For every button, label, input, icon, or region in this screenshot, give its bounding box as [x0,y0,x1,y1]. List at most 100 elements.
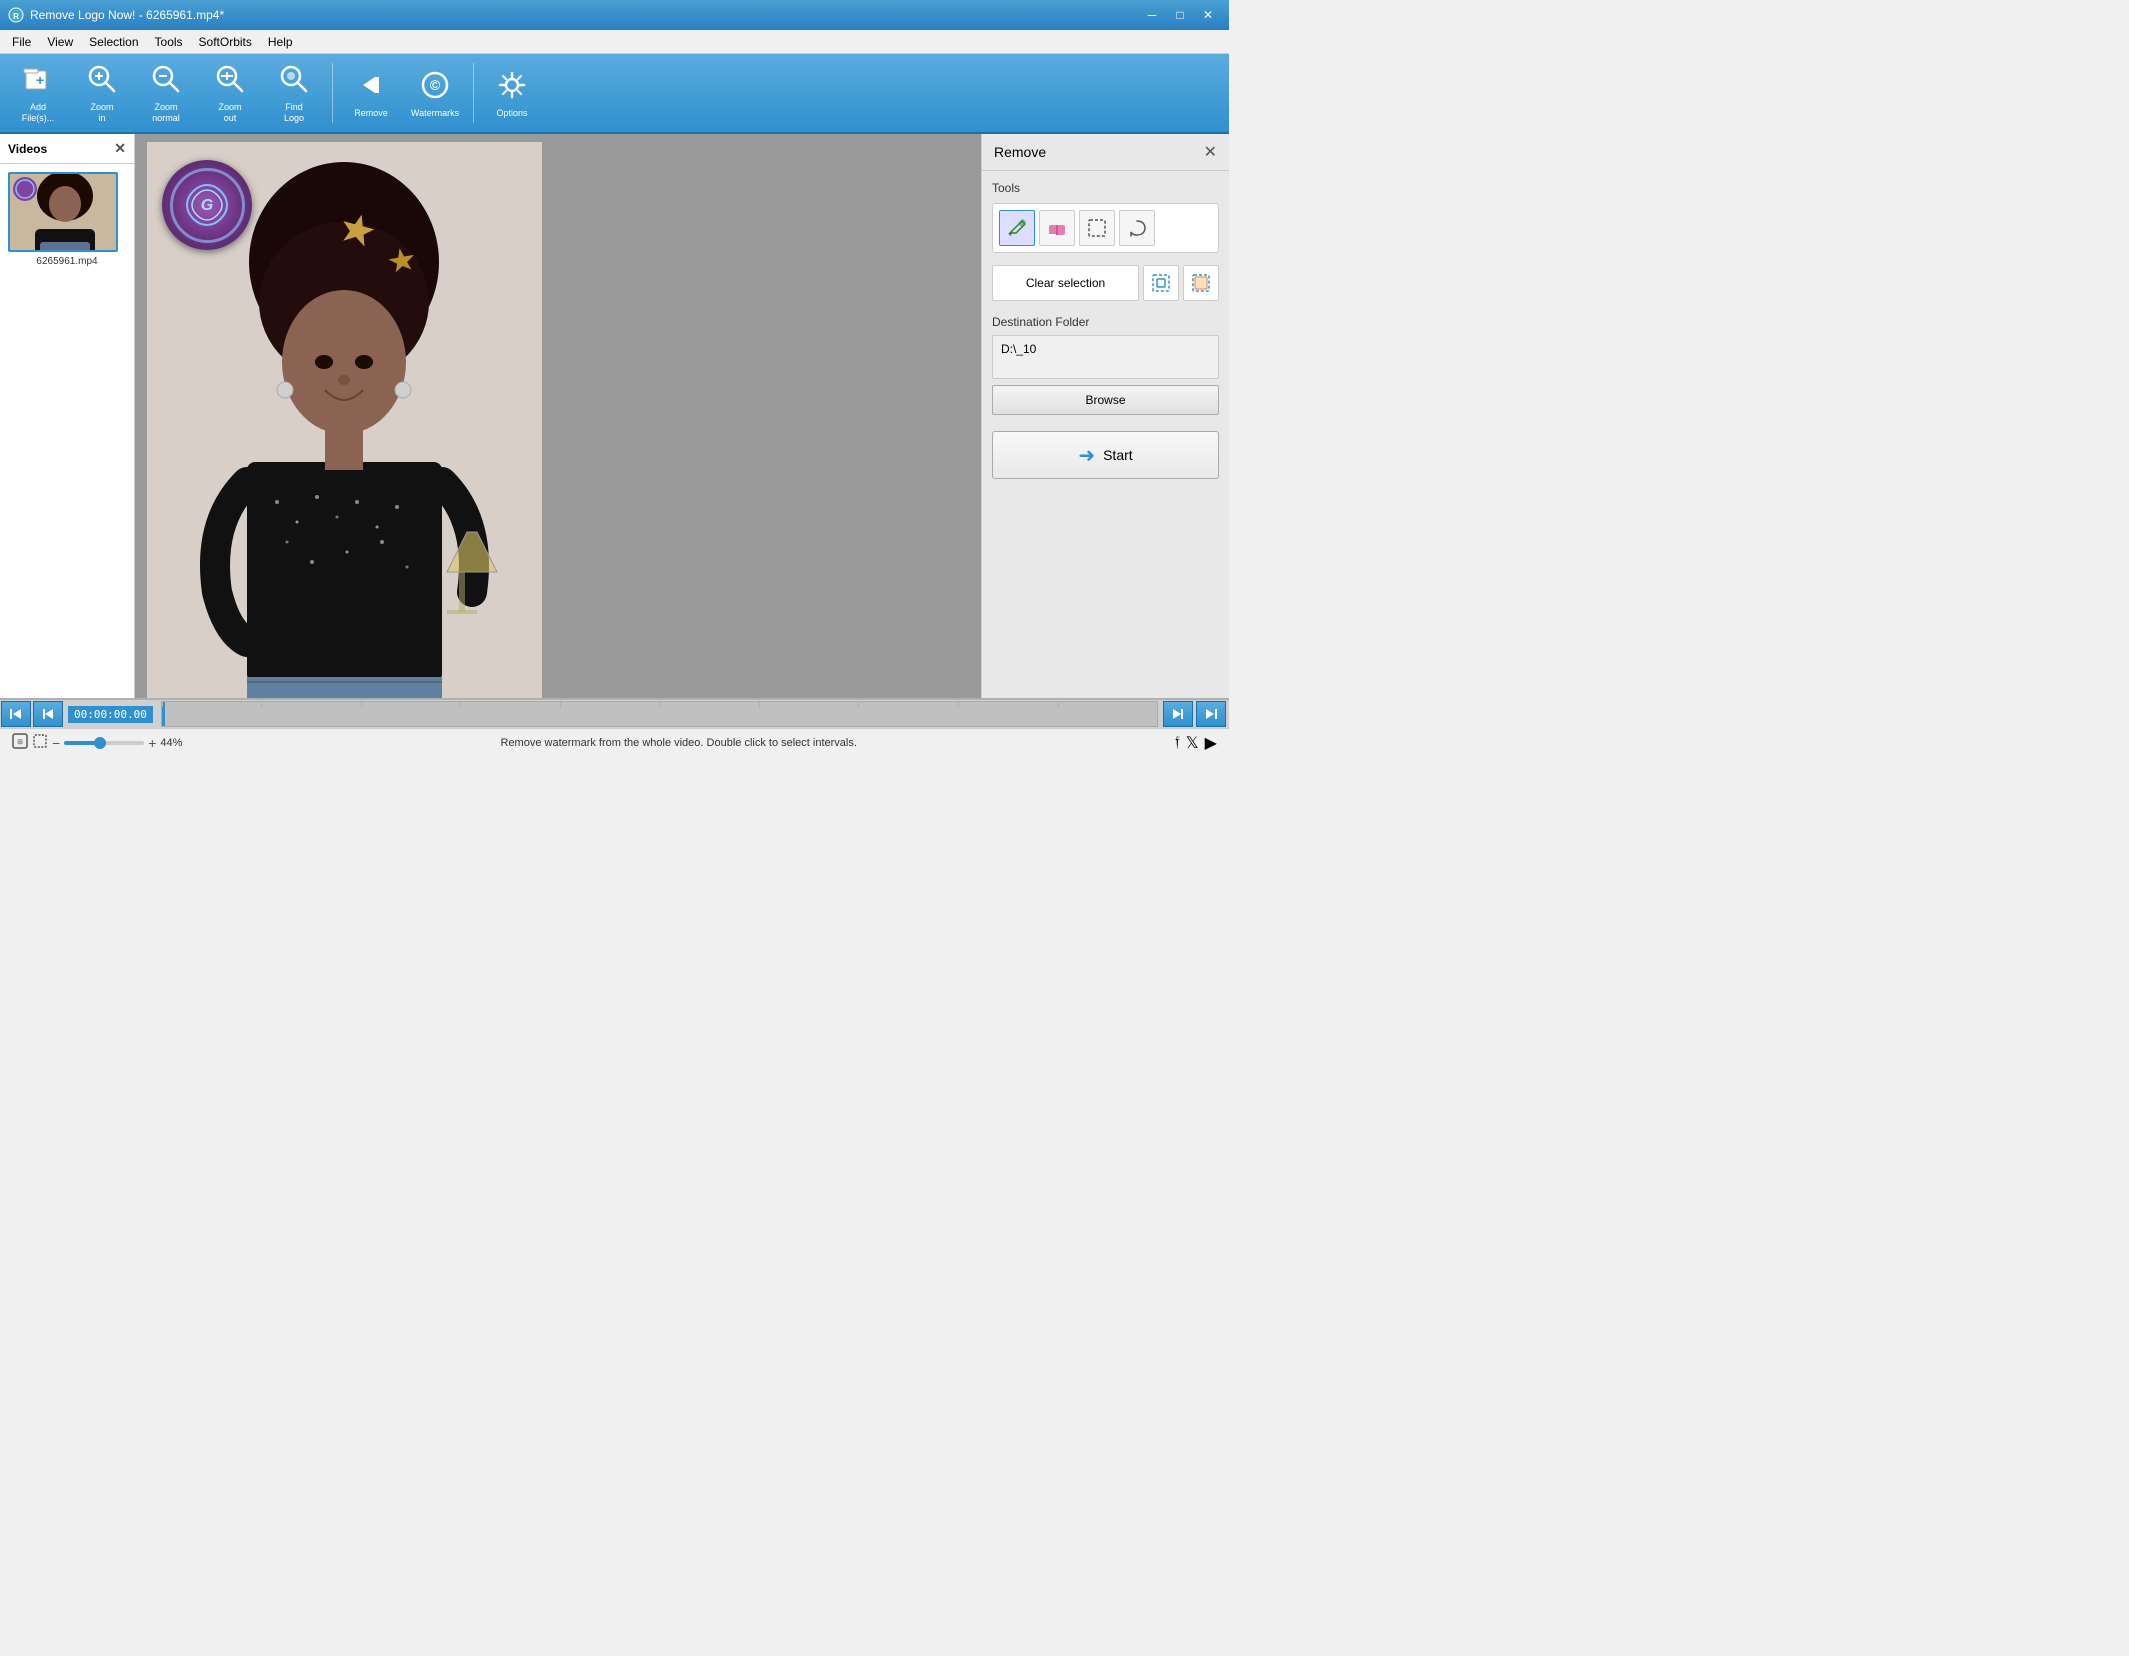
status-message: Remove watermark from the whole video. D… [501,737,857,749]
find-logo-label: FindLogo [284,102,304,124]
social-icons: 𝔣 𝕏 ▶ [1175,733,1217,753]
watermarks-button[interactable]: © Watermarks [405,59,465,127]
goto-start-icon [9,707,23,721]
sidebar-header: Videos ✕ [0,134,134,164]
sidebar-content: 6265961.mp4 [0,164,134,275]
rectangle-select-tool-button[interactable] [1079,210,1115,246]
zoom-in-button[interactable]: Zoomin [72,59,132,127]
zoom-normal-icon [150,63,182,100]
remove-label: Remove [354,108,388,118]
video-area: G [135,134,981,698]
start-arrow-icon: ➜ [1078,443,1095,468]
logo-svg: G [182,180,232,230]
remove-icon [355,69,387,106]
youtube-icon[interactable]: ▶ [1205,733,1217,753]
tools-label: Tools [992,181,1219,195]
zoom-plus-button[interactable]: + [148,735,156,751]
goto-end-icon [1204,707,1218,721]
timeline-ticks [162,702,1157,707]
right-panel: Remove ✕ Tools [981,134,1229,698]
menu-bar: File View Selection Tools SoftOrbits Hel… [0,30,1229,54]
lasso-icon [1126,217,1148,239]
options-icon [496,69,528,106]
fit-selection-icon [1150,272,1172,294]
window-controls: ─ □ ✕ [1139,5,1221,25]
twitter-icon[interactable]: 𝕏 [1186,733,1199,753]
zoom-in-icon [86,63,118,100]
expand-selection-button[interactable] [1183,265,1219,301]
add-files-label: AddFile(s)... [22,102,55,124]
sidebar-close-button[interactable]: ✕ [114,140,126,157]
clear-selection-button[interactable]: Clear selection [992,265,1139,301]
destination-folder-label: Destination Folder [992,315,1219,329]
video-watermark-logo: G [162,160,252,250]
remove-button[interactable]: Remove [341,59,401,127]
lasso-tool-button[interactable] [1119,210,1155,246]
sidebar: Videos ✕ [0,134,135,698]
sidebar-title: Videos [8,142,47,156]
svg-text:+: + [36,72,44,88]
status-bar: ⊞ − + 44% Remove watermark from the whol… [0,728,1229,756]
svg-text:G: G [201,197,213,214]
pencil-tool-button[interactable] [999,210,1035,246]
menu-help[interactable]: Help [260,33,301,51]
menu-selection[interactable]: Selection [81,33,146,51]
panel-header: Remove ✕ [982,134,1229,171]
selection-controls: Clear selection [992,265,1219,301]
main-content: Videos ✕ [0,134,1229,698]
goto-end-button[interactable] [1196,701,1226,727]
find-logo-icon [278,63,310,100]
zoom-out-label: Zoomout [218,102,241,124]
prev-frame-button[interactable] [33,701,63,727]
facebook-icon[interactable]: 𝔣 [1175,734,1180,752]
expand-selection-icon [1190,272,1212,294]
next-frame-icon [1171,707,1185,721]
zoom-slider-thumb [94,737,106,749]
minimize-button[interactable]: ─ [1139,5,1165,25]
zoom-fit-button[interactable]: ⊞ [12,733,28,752]
menu-softorbits[interactable]: SoftOrbits [191,33,260,51]
zoom-percentage: 44% [160,737,182,749]
next-frame-button[interactable] [1163,701,1193,727]
add-files-button[interactable]: + AddFile(s)... [8,59,68,127]
close-button[interactable]: ✕ [1195,5,1221,25]
panel-title: Remove [994,144,1046,160]
zoom-normal-button[interactable]: Zoomnormal [136,59,196,127]
zoom-minus-button[interactable]: − [52,735,60,751]
add-files-icon: + [22,63,54,100]
zoom-out-button[interactable]: Zoomout [200,59,260,127]
toolbar-separator-1 [332,63,333,123]
rectangle-select-icon [1086,217,1108,239]
timeline-end-controls [1162,701,1227,727]
browse-button[interactable]: Browse [992,385,1219,415]
find-logo-button[interactable]: FindLogo [264,59,324,127]
svg-text:©: © [430,77,441,93]
eraser-tool-button[interactable] [1039,210,1075,246]
menu-file[interactable]: File [4,33,39,51]
time-display: 00:00:00.00 [68,706,153,723]
start-button[interactable]: ➜ Start [992,431,1219,479]
zoom-select-button[interactable] [32,733,48,752]
svg-text:⊞: ⊞ [17,739,23,746]
thumbnail-image [10,174,116,250]
options-button[interactable]: Options [482,59,542,127]
watermarks-icon: © [419,69,451,106]
panel-close-button[interactable]: ✕ [1204,142,1217,162]
video-frame: G [147,142,542,698]
menu-tools[interactable]: Tools [147,33,191,51]
zoom-slider[interactable] [64,741,144,745]
destination-path-field[interactable]: D:\_10 [992,335,1219,379]
fit-selection-button[interactable] [1143,265,1179,301]
tools-row [992,203,1219,253]
restore-button[interactable]: □ [1167,5,1193,25]
menu-view[interactable]: View [39,33,81,51]
zoom-normal-label: Zoomnormal [152,102,180,124]
pencil-icon [1006,217,1028,239]
panel-body: Tools [982,171,1229,698]
timeline-track[interactable] [161,701,1158,727]
zoom-in-label: Zoomin [90,102,113,124]
title-bar: R Remove Logo Now! - 6265961.mp4* ─ □ ✕ [0,0,1229,30]
video-thumbnail[interactable] [8,172,118,252]
toolbar: + AddFile(s)... Zoomin Zoomnormal [0,54,1229,134]
goto-start-button[interactable] [1,701,31,727]
